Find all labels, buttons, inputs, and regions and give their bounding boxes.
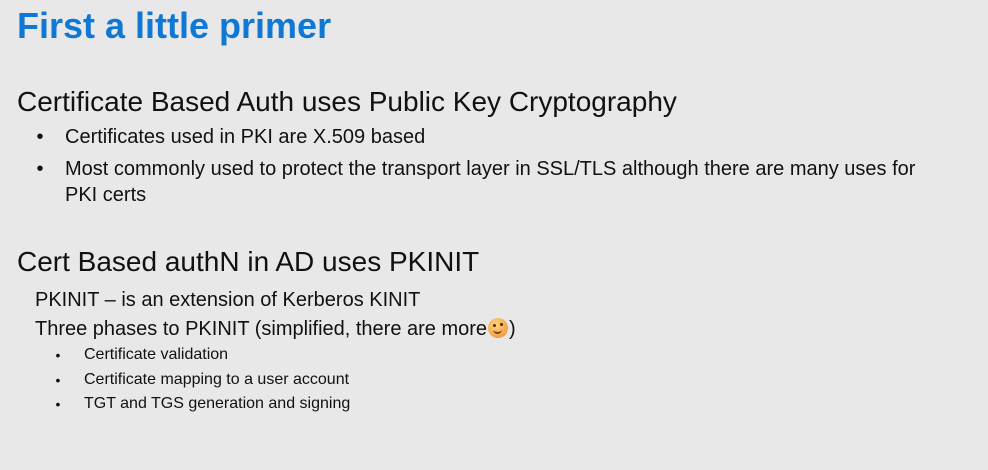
list-item: • Most commonly used to protect the tran… [30, 156, 950, 208]
phase-text: Certificate mapping to a user account [84, 370, 350, 388]
phases-intro-text: Three phases to PKINIT (simplified, ther… [35, 318, 488, 340]
list-item: • Certificate mapping to a user account [55, 370, 350, 390]
list-item: • TGT and TGS generation and signing [55, 394, 351, 414]
phase-text: Certificate validation [84, 346, 229, 363]
bullet-icon: • [55, 396, 61, 412]
bullet-icon: • [36, 126, 44, 148]
slide: First a little primer Certificate Based … [0, 0, 988, 470]
cert-auth-bullet-list: • Certificates used in PKI are X.509 bas… [30, 124, 950, 214]
smiling-face-emoji-icon [488, 318, 509, 338]
bullet-text: Certificates used in PKI are X.509 based [65, 126, 426, 148]
pkinit-definition: PKINIT – is an extension of Kerberos KIN… [35, 289, 421, 311]
pkinit-phases-list: • Certificate validation • Certificate m… [55, 345, 351, 419]
pkinit-phases-intro: Three phases to PKINIT (simplified, ther… [35, 316, 516, 342]
bullet-icon: • [55, 347, 61, 363]
section-heading-cert-auth: Certificate Based Auth uses Public Key C… [17, 86, 677, 117]
list-item: • Certificate validation [55, 345, 350, 365]
phase-text: TGT and TGS generation and signing [84, 395, 351, 412]
phases-intro-close-paren: ) [509, 318, 516, 340]
bullet-text: Most commonly used to protect the transp… [65, 158, 916, 206]
list-item: • Certificates used in PKI are X.509 bas… [30, 124, 950, 150]
bullet-icon: • [36, 158, 44, 180]
section-heading-pkinit: Cert Based authN in AD uses PKINIT [17, 246, 480, 277]
bullet-icon: • [55, 371, 61, 388]
slide-title: First a little primer [17, 5, 332, 46]
